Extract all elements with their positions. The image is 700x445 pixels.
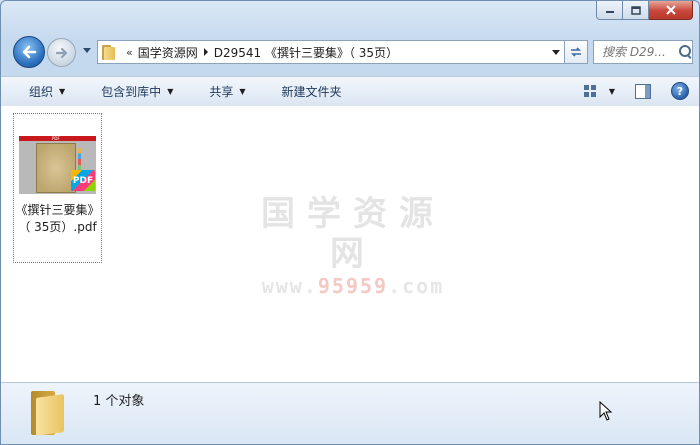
breadcrumb-current[interactable]: D29541 《撰针三要集》（ 35页） bbox=[214, 44, 398, 61]
watermark-text: 国学资源网 bbox=[261, 194, 445, 274]
share-menu[interactable]: 共享 ▼ bbox=[199, 80, 255, 104]
chevron-down-icon: ▼ bbox=[167, 87, 174, 96]
chevron-down-icon: ▼ bbox=[239, 87, 246, 96]
command-bar: 组织 ▼ 包含到库中 ▼ 共享 ▼ 新建文件夹 ▼ ? bbox=[1, 76, 699, 107]
chevron-down-icon bbox=[83, 48, 91, 53]
watermark-url-highlight: 95959 bbox=[317, 274, 389, 298]
chevron-down-icon: ▼ bbox=[59, 87, 66, 96]
help-icon[interactable]: ? bbox=[671, 82, 689, 100]
command-bar-right: ▼ ? bbox=[583, 79, 689, 103]
watermark-url-suffix: .com bbox=[388, 274, 445, 298]
breadcrumb-separator-icon[interactable] bbox=[203, 46, 209, 59]
explorer-window: « 国学资源网 D29541 《撰针三要集》（ 35页） 组织 ▼ 包含到库中 bbox=[0, 0, 700, 445]
folder-icon bbox=[102, 44, 115, 60]
search-input[interactable] bbox=[600, 44, 676, 60]
breadcrumb-root[interactable]: 国学资源网 bbox=[138, 44, 198, 61]
organize-label: 组织 bbox=[29, 85, 54, 99]
share-label: 共享 bbox=[209, 85, 234, 99]
refresh-icon bbox=[571, 47, 581, 57]
details-pane: 1 个对象 bbox=[1, 382, 699, 444]
forward-button[interactable] bbox=[47, 38, 76, 67]
file-item-pdf[interactable]: PDF PDF 《撰针三要集》（ 35页）.pdf bbox=[13, 113, 102, 263]
search-box[interactable] bbox=[593, 40, 693, 64]
mouse-cursor-icon bbox=[599, 401, 613, 421]
file-list[interactable]: PDF PDF 《撰针三要集》（ 35页）.pdf 国学资源网 www.9595… bbox=[1, 106, 699, 382]
view-grid-icon bbox=[583, 84, 597, 98]
minimize-icon bbox=[605, 11, 614, 13]
include-in-library-label: 包含到库中 bbox=[101, 85, 162, 99]
include-in-library-menu[interactable]: 包含到库中 ▼ bbox=[91, 80, 183, 104]
arrow-right-icon bbox=[55, 47, 67, 58]
watermark-url-prefix: www. bbox=[261, 274, 318, 298]
chevron-down-icon[interactable]: ▼ bbox=[609, 87, 615, 96]
new-folder-button[interactable]: 新建文件夹 bbox=[272, 80, 352, 104]
preview-pane-icon[interactable] bbox=[635, 83, 651, 99]
arrow-left-icon bbox=[22, 45, 37, 59]
item-count: 1 个对象 bbox=[93, 394, 145, 409]
pdf-icon: PDF bbox=[71, 170, 95, 191]
new-folder-label: 新建文件夹 bbox=[281, 85, 342, 99]
search-icon bbox=[678, 44, 692, 60]
minimize-button[interactable] bbox=[596, 1, 623, 20]
breadcrumb-overflow[interactable]: « bbox=[126, 46, 133, 59]
change-view-button[interactable]: ▼ bbox=[583, 84, 615, 98]
navigation-bar: « 国学资源网 D29541 《撰针三要集》（ 35页） bbox=[9, 34, 693, 70]
refresh-button[interactable] bbox=[565, 40, 588, 64]
document-page-image bbox=[36, 143, 76, 193]
maximize-button[interactable] bbox=[623, 1, 649, 20]
back-button[interactable] bbox=[13, 36, 45, 68]
maximize-icon bbox=[630, 5, 641, 15]
close-button[interactable] bbox=[649, 1, 693, 20]
close-icon bbox=[665, 5, 676, 15]
thumbnail-label: PDF bbox=[52, 136, 60, 141]
address-bar[interactable]: « 国学资源网 D29541 《撰针三要集》（ 35页） bbox=[97, 40, 565, 64]
recent-pages-dropdown[interactable] bbox=[81, 44, 93, 58]
address-dropdown[interactable] bbox=[548, 42, 564, 62]
watermark-url: www.95959.com bbox=[243, 274, 463, 298]
caption-buttons bbox=[596, 1, 693, 20]
file-name[interactable]: 《撰针三要集》（ 35页）.pdf bbox=[14, 202, 101, 236]
folder-icon bbox=[31, 391, 65, 436]
watermark: 国学资源网 www.95959.com bbox=[243, 194, 463, 298]
chevron-down-icon bbox=[552, 49, 560, 55]
organize-menu[interactable]: 组织 ▼ bbox=[19, 80, 75, 104]
